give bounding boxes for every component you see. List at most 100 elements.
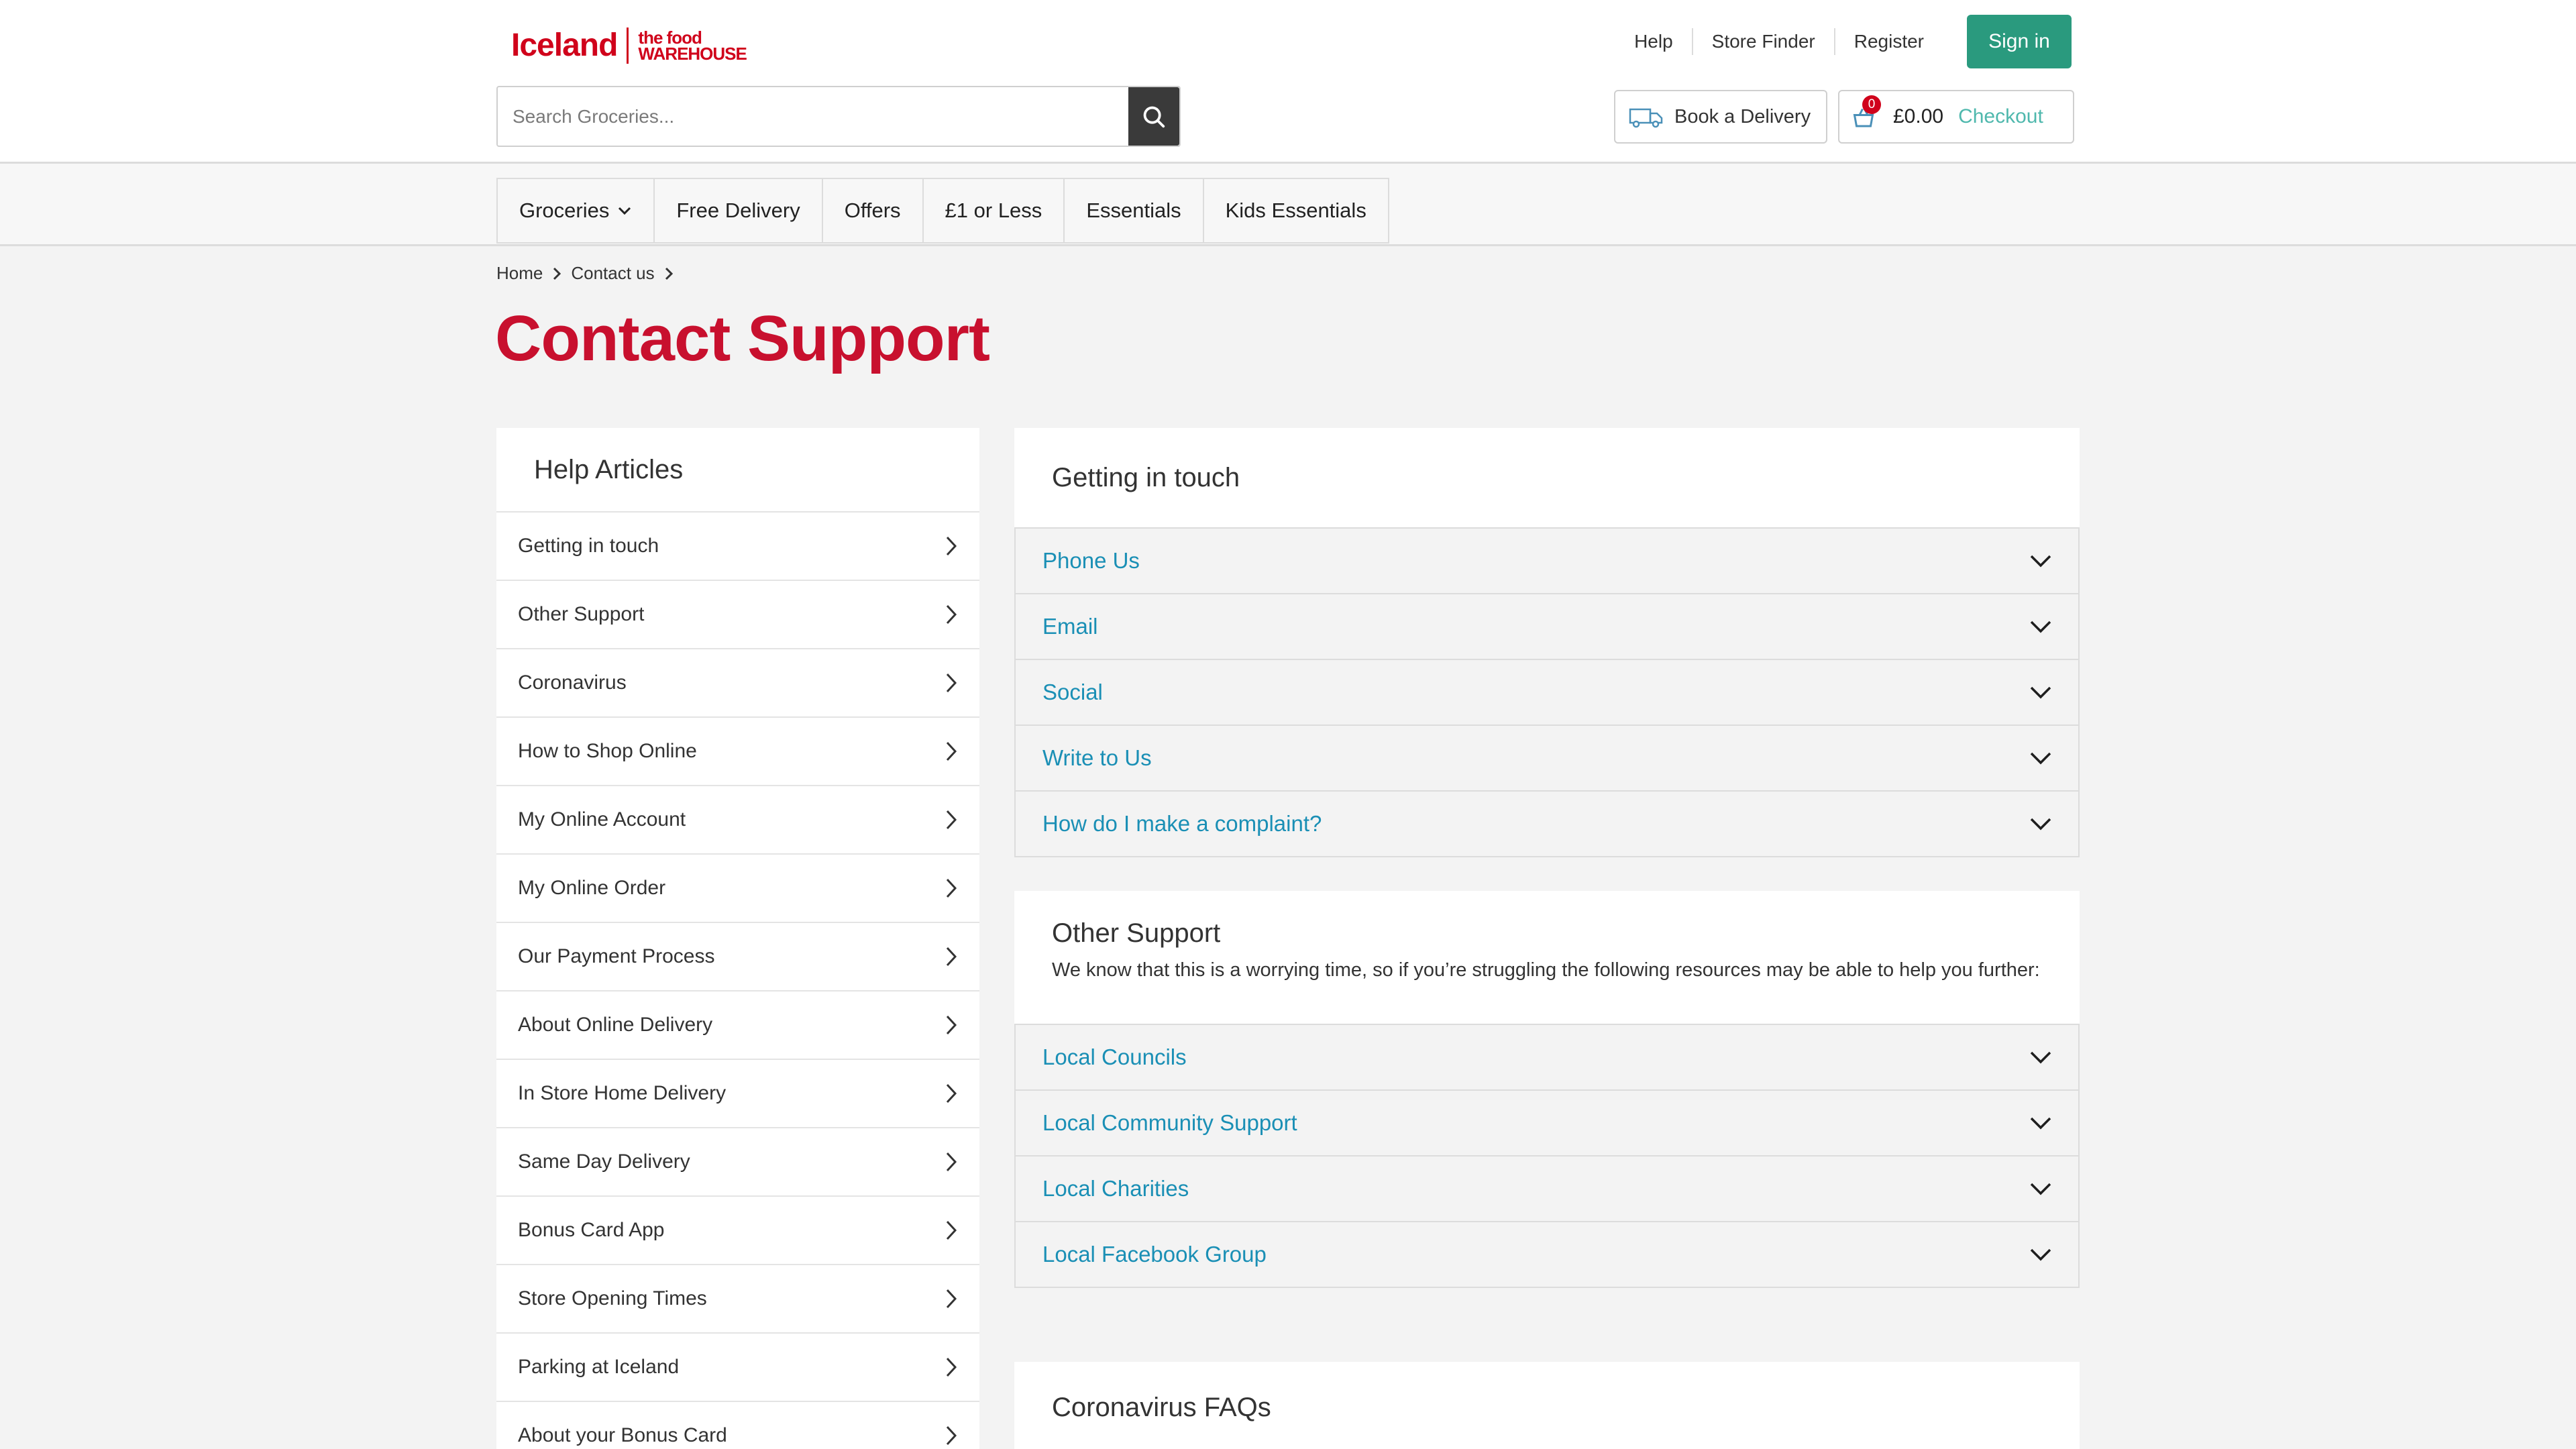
register-link[interactable]: Register — [1835, 28, 1943, 55]
logo-subtitle: the food WAREHOUSE — [638, 29, 747, 62]
breadcrumb-home[interactable]: Home — [496, 263, 543, 284]
sidebar-item-label: In Store Home Delivery — [518, 1082, 727, 1104]
sidebar-item-label: Our Payment Process — [518, 945, 715, 967]
other-support-description: We know that this is a worrying time, so… — [1052, 959, 2040, 981]
accordion-label: Local Charities — [1042, 1176, 1189, 1201]
site-header: Iceland the food WAREHOUSE Help Store Fi… — [0, 0, 2576, 164]
accordion-how-do-i-make-a-complaint[interactable]: How do I make a complaint? — [1016, 792, 2078, 857]
sidebar-item-my-online-order[interactable]: My Online Order — [496, 855, 979, 923]
sidebar-item-coronavirus[interactable]: Coronavirus — [496, 649, 979, 718]
other-support-accordion: Local Councils Local Community Support Loc… — [1014, 1024, 2080, 1288]
basket-total: £0.00 — [1893, 105, 1944, 127]
search-input[interactable] — [498, 87, 1128, 146]
book-delivery-button[interactable]: Book a Delivery — [1614, 90, 1827, 144]
nav-one-pound-or-less[interactable]: £1 or Less — [924, 179, 1065, 242]
main-nav: Groceries Free Delivery Offers £1 or Les… — [496, 178, 1389, 244]
accordion-email[interactable]: Email — [1016, 594, 2078, 660]
chevron-right-icon — [946, 1289, 957, 1309]
chevron-right-icon — [946, 878, 957, 898]
sidebar-item-same-day-delivery[interactable]: Same Day Delivery — [496, 1128, 979, 1197]
sidebar-item-other-support[interactable]: Other Support — [496, 581, 979, 649]
accordion-local-facebook-group[interactable]: Local Facebook Group — [1016, 1222, 2078, 1288]
iceland-logo[interactable]: Iceland the food WAREHOUSE — [511, 27, 747, 64]
sidebar-item-store-opening-times[interactable]: Store Opening Times — [496, 1265, 979, 1334]
accordion-local-charities[interactable]: Local Charities — [1016, 1157, 2078, 1222]
sidebar-item-my-online-account[interactable]: My Online Account — [496, 786, 979, 855]
logo-wordmark: Iceland — [511, 28, 618, 63]
accordion-label: Phone Us — [1042, 548, 1140, 573]
sidebar-item-label: Other Support — [518, 603, 645, 625]
breadcrumb-contact-us[interactable]: Contact us — [571, 263, 654, 284]
basket-count-badge: 0 — [1862, 95, 1881, 114]
sidebar-item-parking-at-iceland[interactable]: Parking at Iceland — [496, 1334, 979, 1402]
getting-in-touch-accordion: Phone Us Email Social Write to Us How do I m… — [1014, 527, 2080, 857]
nav-kids-essentials[interactable]: Kids Essentials — [1204, 179, 1388, 242]
nav-essentials[interactable]: Essentials — [1065, 179, 1204, 242]
chevron-down-icon — [2030, 555, 2051, 568]
book-delivery-label: Book a Delivery — [1674, 105, 1811, 127]
chevron-right-icon — [946, 1083, 957, 1104]
accordion-label: Local Community Support — [1042, 1110, 1297, 1135]
top-links: Help Store Finder Register Sign in — [1615, 15, 2072, 68]
coronavirus-panel: Coronavirus FAQs — [1014, 1362, 2080, 1449]
accordion-write-to-us[interactable]: Write to Us — [1016, 726, 2078, 792]
sidebar-item-about-online-delivery[interactable]: About Online Delivery — [496, 991, 979, 1060]
chevron-down-icon — [2030, 1183, 2051, 1195]
accordion-label: Write to Us — [1042, 745, 1152, 770]
chevron-right-icon — [946, 1220, 957, 1240]
basket: 0 — [1851, 95, 1881, 130]
coronavirus-title: Coronavirus FAQs — [1052, 1392, 1271, 1422]
store-finder-link[interactable]: Store Finder — [1693, 28, 1835, 55]
chevron-right-icon — [946, 604, 957, 625]
sidebar-item-label: Store Opening Times — [518, 1287, 707, 1309]
accordion-social[interactable]: Social — [1016, 660, 2078, 726]
accordion-local-councils[interactable]: Local Councils — [1016, 1025, 2078, 1091]
accordion-label: Social — [1042, 680, 1103, 704]
chevron-down-icon — [2030, 1051, 2051, 1064]
sidebar-item-getting-in-touch[interactable]: Getting in touch — [496, 513, 979, 581]
sidebar-item-label: My Online Account — [518, 808, 686, 830]
sidebar-item-label: Same Day Delivery — [518, 1150, 690, 1173]
sidebar-item-about-your-bonus-card[interactable]: About your Bonus Card — [496, 1402, 979, 1449]
help-articles-sidebar: Help Articles Getting in touch Other Supp… — [496, 428, 979, 1449]
chevron-down-icon — [2030, 752, 2051, 765]
nav-groceries-label: Groceries — [519, 199, 610, 222]
sidebar-item-label: About Online Delivery — [518, 1014, 713, 1036]
nav-groceries[interactable]: Groceries — [498, 179, 655, 242]
sidebar-item-label: How to Shop Online — [518, 740, 697, 762]
accordion-label: Local Facebook Group — [1042, 1242, 1267, 1267]
sidebar-item-label: Parking at Iceland — [518, 1356, 680, 1378]
breadcrumb: Home Contact us — [496, 263, 674, 284]
search-button[interactable] — [1128, 87, 1179, 146]
basket-summary[interactable]: 0 £0.00 Checkout — [1838, 90, 2074, 144]
help-link[interactable]: Help — [1615, 28, 1693, 55]
accordion-local-community-support[interactable]: Local Community Support — [1016, 1091, 2078, 1157]
chevron-right-icon — [665, 267, 673, 280]
other-support-title: Other Support — [1052, 918, 1221, 948]
chevron-right-icon — [946, 536, 957, 556]
search-icon — [1143, 106, 1165, 127]
sidebar-item-in-store-home-delivery[interactable]: In Store Home Delivery — [496, 1060, 979, 1128]
chevron-down-icon — [2030, 1117, 2051, 1130]
sidebar-item-label: About your Bonus Card — [518, 1424, 727, 1446]
getting-in-touch-panel: Getting in touch Phone Us Email Social Writ… — [1014, 428, 2080, 857]
accordion-label: How do I make a complaint? — [1042, 811, 1322, 836]
sidebar-item-our-payment-process[interactable]: Our Payment Process — [496, 923, 979, 991]
accordion-phone-us[interactable]: Phone Us — [1016, 529, 2078, 594]
checkout-link[interactable]: Checkout — [1958, 105, 2043, 128]
accordion-label: Email — [1042, 614, 1098, 639]
chevron-down-icon — [2030, 1248, 2051, 1261]
sign-in-button[interactable]: Sign in — [1967, 15, 2072, 68]
sidebar-item-how-to-shop-online[interactable]: How to Shop Online — [496, 718, 979, 786]
chevron-right-icon — [946, 810, 957, 830]
sidebar-item-bonus-card-app[interactable]: Bonus Card App — [496, 1197, 979, 1265]
chevron-down-icon — [619, 207, 631, 215]
chevron-right-icon — [946, 741, 957, 761]
chevron-right-icon — [946, 947, 957, 967]
nav-free-delivery[interactable]: Free Delivery — [655, 179, 823, 242]
van-icon — [1629, 108, 1663, 128]
nav-offers[interactable]: Offers — [823, 179, 924, 242]
sidebar-item-label: Coronavirus — [518, 672, 627, 694]
logo-divider — [627, 27, 629, 64]
getting-in-touch-title: Getting in touch — [1052, 462, 1240, 492]
